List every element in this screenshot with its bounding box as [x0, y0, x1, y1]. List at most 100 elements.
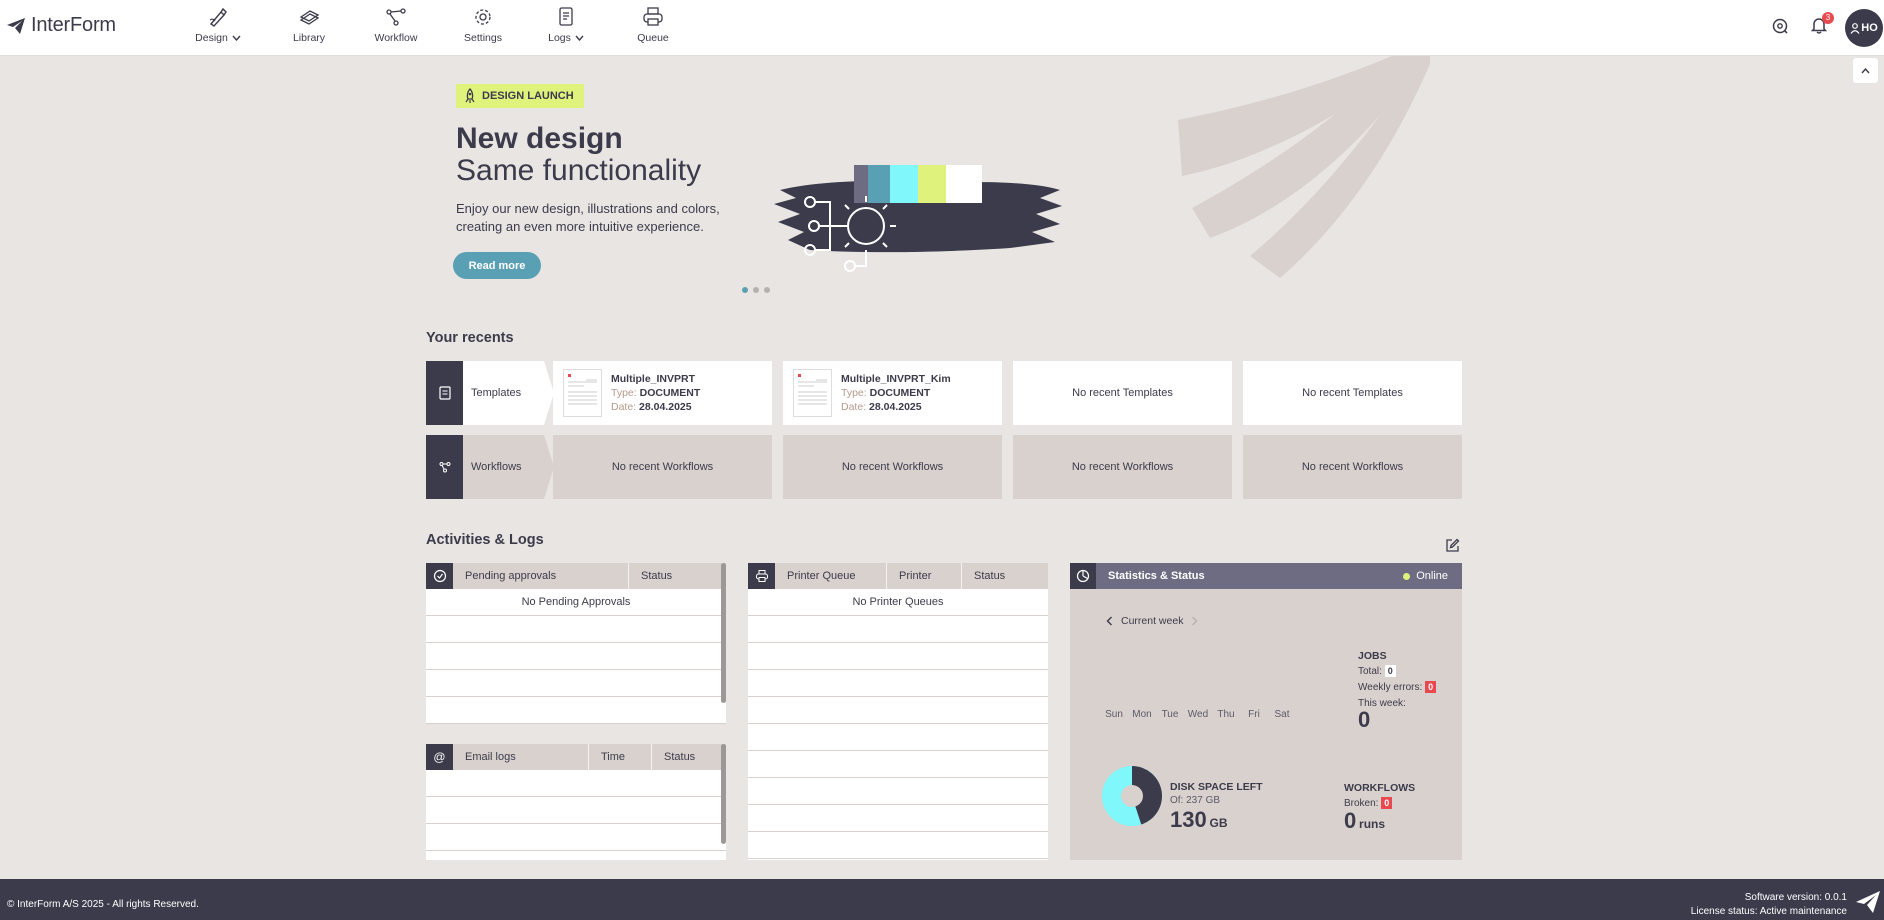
chevron-right-icon[interactable]	[1191, 616, 1198, 626]
empty-template-card: No recent Templates	[1013, 361, 1232, 425]
collapse-banner-button[interactable]	[1853, 58, 1878, 83]
week-selector: Current week	[1106, 615, 1198, 627]
design-launch-illustration	[774, 165, 1062, 272]
jobs-total-value: 0	[1384, 665, 1396, 677]
scrollbar[interactable]	[721, 563, 726, 703]
online-dot	[1403, 572, 1411, 580]
software-version: Software version: 0.0.1	[1744, 892, 1847, 903]
carousel-dots	[742, 287, 770, 293]
template-date: 28.04.2025	[639, 401, 692, 413]
disk-space-pie-chart	[1102, 766, 1162, 826]
design-icon	[209, 7, 227, 27]
date-key: Date:	[841, 401, 867, 413]
day-label: Tue	[1161, 709, 1179, 720]
interform-logo[interactable]: InterForm	[6, 14, 116, 37]
day-label: Mon	[1132, 709, 1152, 720]
empty-template-card: No recent Templates	[1243, 361, 1462, 425]
chevron-left-icon[interactable]	[1106, 616, 1113, 626]
user-icon	[1850, 22, 1860, 34]
nav-settings-label: Settings	[464, 32, 502, 44]
table-row	[426, 643, 726, 670]
day-label: Wed	[1187, 709, 1209, 720]
empty-workflow-card: No recent Workflows	[783, 435, 1002, 499]
table-row	[748, 643, 1048, 670]
nav-queue-label: Queue	[637, 32, 669, 44]
table-row	[748, 616, 1048, 643]
banner-description: Enjoy our new design, illustrations and …	[456, 201, 720, 234]
nav-queue[interactable]: Queue	[634, 6, 672, 44]
paper-plane-icon	[1856, 891, 1880, 913]
jobs-stats: JOBS Total: 0 Weekly errors: 0 This week…	[1358, 648, 1437, 731]
disk-space-value: 130	[1170, 807, 1207, 832]
nav-design[interactable]: Design	[192, 6, 244, 44]
statistics-title: Statistics & Status	[1108, 570, 1205, 582]
table-row	[748, 697, 1048, 724]
day-label: Fri	[1248, 709, 1260, 720]
read-more-button[interactable]: Read more	[453, 252, 541, 279]
table-row	[426, 616, 726, 643]
statistics-status-panel: Statistics & Status Online Current week …	[1070, 563, 1462, 860]
carousel-dot-2[interactable]	[753, 287, 759, 293]
table-row	[426, 797, 726, 824]
recents-section-title: Your recents	[426, 330, 514, 346]
nav-library[interactable]: Library	[286, 6, 332, 44]
status-column[interactable]: Status	[629, 563, 719, 589]
weekly-errors-label: Weekly errors:	[1358, 682, 1423, 693]
runs-value: 0	[1344, 808, 1357, 833]
template-date: 28.04.2025	[869, 401, 922, 413]
edit-icon[interactable]	[1445, 538, 1460, 553]
pie-center	[1121, 785, 1143, 807]
user-avatar[interactable]: HO	[1845, 9, 1883, 47]
table-row	[748, 778, 1048, 805]
check-circle-icon	[433, 569, 446, 583]
template-name: Multiple_INVPRT_Kim	[841, 373, 951, 385]
license-status: License status: Active maintenance	[1690, 906, 1847, 917]
carousel-dot-3[interactable]	[764, 287, 770, 293]
statistics-icon	[1076, 569, 1090, 583]
support-icon[interactable]	[1771, 17, 1789, 35]
scrollbar[interactable]	[721, 744, 726, 844]
templates-row-header[interactable]: Templates	[426, 361, 554, 425]
printer-column[interactable]: Printer	[887, 563, 962, 589]
disk-space-unit: GB	[1209, 816, 1228, 830]
type-key: Type:	[841, 387, 867, 399]
printer-icon	[643, 7, 663, 26]
library-icon	[299, 10, 320, 25]
nav-workflow[interactable]: Workflow	[370, 6, 422, 44]
logs-icon	[559, 7, 573, 26]
pending-approvals-panel: Pending approvals Status No Pending Appr…	[426, 563, 726, 724]
email-logs-column[interactable]: Email logs	[453, 744, 589, 770]
weekday-labels: Sun Mon Tue Wed Thu Fri Sat	[1100, 709, 1296, 720]
nav-logs-label: Logs	[548, 32, 571, 44]
disk-space-label: DISK SPACE LEFT	[1170, 781, 1263, 793]
recent-template-card-1[interactable]: Multiple_INVPRT Type: DOCUMENT Date: 28.…	[553, 361, 772, 425]
time-column[interactable]: Time	[589, 744, 652, 770]
status-column[interactable]: Status	[652, 744, 722, 770]
design-launch-label: DESIGN LAUNCH	[482, 90, 574, 102]
printer-queue-column[interactable]: Printer Queue	[775, 563, 887, 589]
nav-settings[interactable]: Settings	[460, 6, 506, 44]
template-type: DOCUMENT	[639, 387, 701, 399]
carousel-dot-1[interactable]	[742, 287, 748, 293]
pending-approvals-column[interactable]: Pending approvals	[453, 563, 629, 589]
nav-library-label: Library	[292, 32, 326, 44]
table-row	[748, 832, 1048, 859]
day-label: Sun	[1105, 709, 1123, 720]
table-row	[748, 751, 1048, 778]
table-row	[748, 670, 1048, 697]
workflows-label: Workflows	[463, 435, 554, 499]
recent-workflows-row: Workflows No recent Workflows No recent …	[426, 435, 1462, 499]
online-status: Online	[1403, 563, 1448, 589]
table-row	[426, 770, 726, 797]
printer-icon	[755, 570, 768, 582]
runs-unit: runs	[1359, 817, 1386, 831]
recent-template-card-2[interactable]: Multiple_INVPRT_Kim Type: DOCUMENT Date:…	[783, 361, 1002, 425]
table-row	[426, 697, 726, 724]
nav-logs[interactable]: Logs	[544, 6, 588, 44]
paper-plane-icon	[7, 17, 25, 34]
template-thumbnail	[563, 369, 602, 417]
templates-label: Templates	[463, 361, 554, 425]
workflows-row-header[interactable]: Workflows	[426, 435, 554, 499]
status-column[interactable]: Status	[962, 563, 1048, 589]
empty-workflow-card: No recent Workflows	[1013, 435, 1232, 499]
